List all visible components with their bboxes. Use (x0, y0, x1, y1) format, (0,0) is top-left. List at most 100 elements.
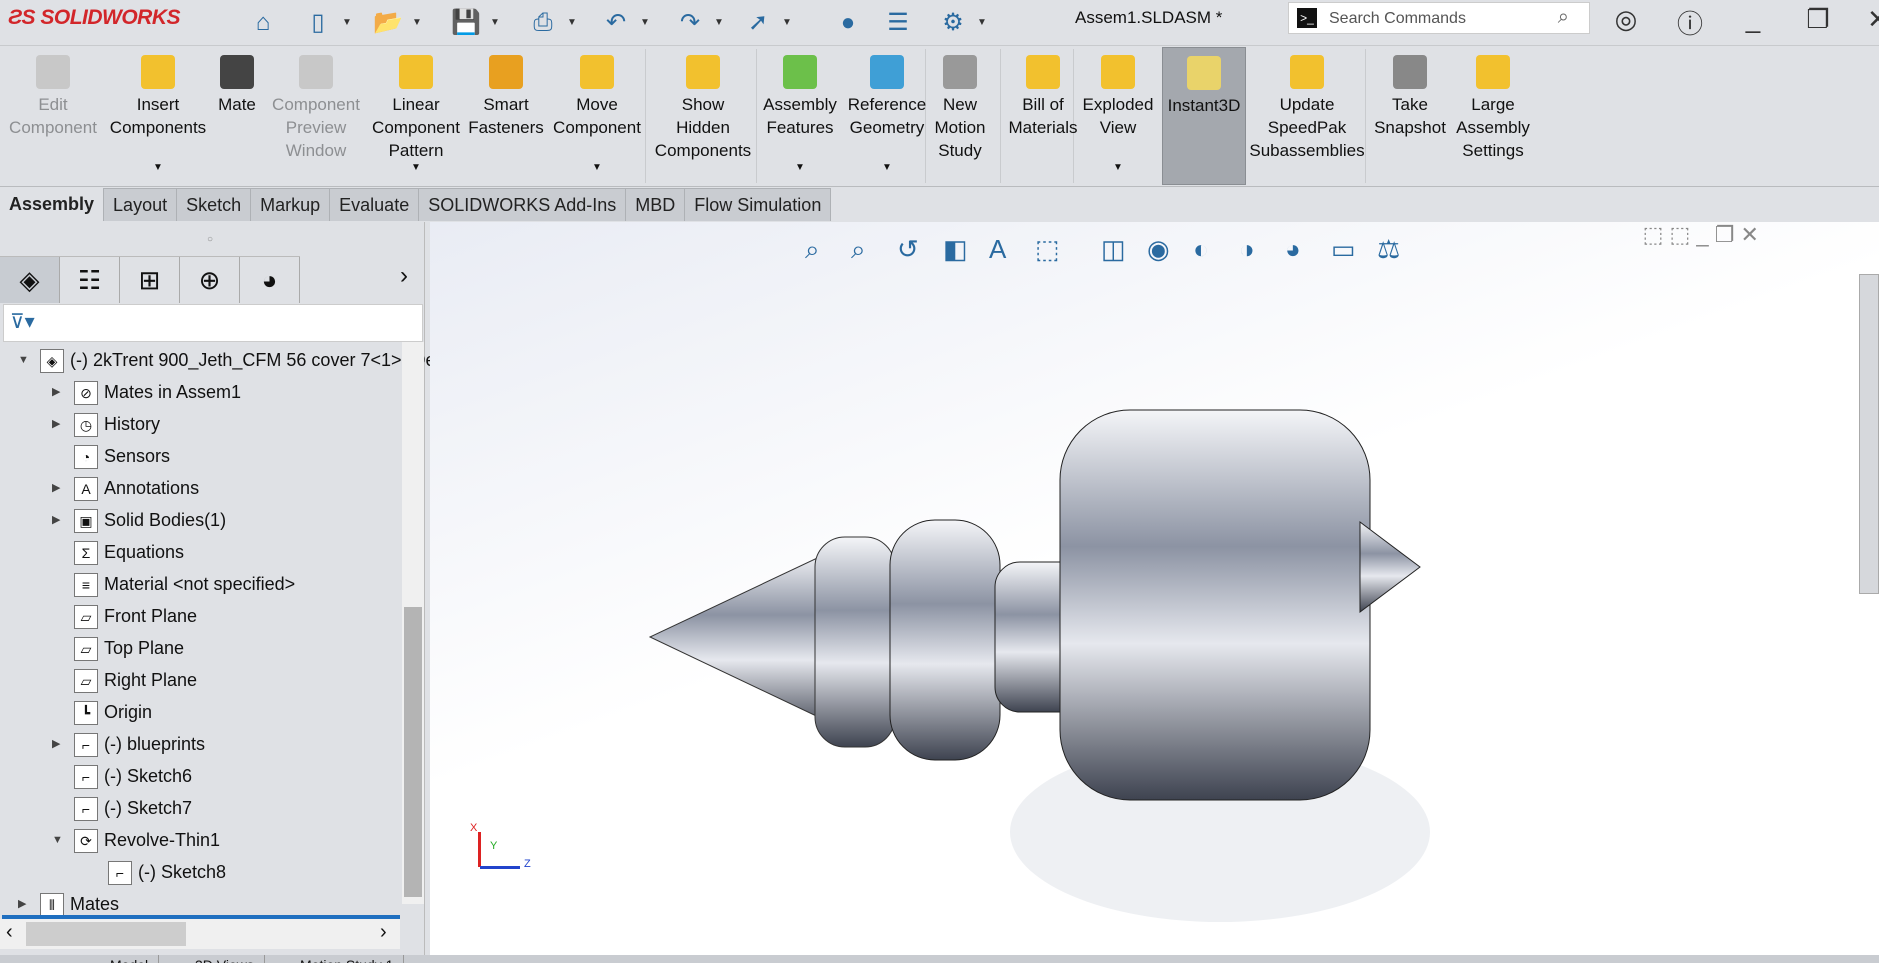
tree-item[interactable]: ▶ ⌐ (-) blueprints (52, 729, 205, 759)
new-document-icon[interactable]: ▯ (300, 4, 336, 42)
ribbon-button-smart-fasteners[interactable]: Smart Fasteners (466, 47, 546, 185)
dropdown-caret-icon[interactable]: ▼ (882, 156, 892, 179)
save-dropdown-icon[interactable]: ▼ (488, 4, 502, 42)
display-manager-icon[interactable]: ◕ (240, 257, 300, 303)
search-icon[interactable]: ⌕ (1558, 6, 1569, 29)
dropdown-caret-icon[interactable]: ▼ (592, 156, 602, 179)
search-commands-input[interactable]: >_ Search Commands ⌕ (1288, 2, 1590, 34)
save-icon[interactable]: 💾 (448, 4, 484, 42)
expand-right-icon[interactable]: ▶ (52, 377, 60, 407)
expand-right-icon[interactable]: ▶ (52, 729, 60, 759)
expand-right-icon[interactable]: ▶ (52, 473, 60, 503)
tab-layout[interactable]: Layout (104, 188, 178, 221)
expand-right-icon[interactable]: ▶ (52, 409, 60, 439)
dropdown-caret-icon[interactable]: ▼ (1113, 156, 1123, 179)
ribbon-button-insert-components[interactable]: Insert Components ▼ (108, 47, 208, 185)
dropdown-caret-icon[interactable]: ▼ (411, 156, 421, 179)
panel-grip[interactable]: ○ (207, 234, 213, 245)
bottom-tab-3d-views[interactable]: 3D Views (185, 955, 265, 963)
undo-dropdown-icon[interactable]: ▼ (638, 4, 652, 42)
close-button[interactable]: ✕ (1860, 4, 1879, 35)
dropdown-caret-icon[interactable]: ▼ (795, 156, 805, 179)
user-account-icon[interactable]: ◎ (1608, 4, 1644, 35)
expand-right-icon[interactable]: ▶ (52, 505, 60, 535)
select-icon[interactable]: ➚ (740, 4, 776, 42)
tree-item[interactable]: ▶ ◷ History (52, 409, 160, 439)
expand-down-icon[interactable]: ▼ (18, 345, 29, 375)
ribbon-separator (1000, 49, 1001, 183)
open-dropdown-icon[interactable]: ▼ (410, 4, 424, 42)
expand-down-icon[interactable]: ▼ (52, 825, 63, 855)
bottom-tabs: Model 3D Views Motion Study 1 (0, 955, 1879, 963)
tree-item[interactable]: ▱ Right Plane (74, 665, 197, 695)
minimize-button[interactable]: _ (1735, 4, 1771, 35)
ribbon-button-edit-component: Edit Component (2, 47, 104, 185)
tab-sketch[interactable]: Sketch (177, 188, 252, 221)
vertical-scrollbar[interactable] (402, 342, 424, 904)
ribbon-button-assembly-features[interactable]: Assembly Features ▼ (760, 47, 840, 185)
ribbon-button-move-component[interactable]: Move Component ▼ (547, 47, 647, 185)
ribbon-button-take-snapshot[interactable]: Take Snapshot (1370, 47, 1450, 185)
tree-item[interactable]: ▶ ▣ Solid Bodies(1) (52, 505, 226, 535)
ribbon-button-large-assembly-settings[interactable]: Large Assembly Settings (1452, 47, 1534, 185)
tab-flow-simulation[interactable]: Flow Simulation (685, 188, 832, 221)
home-icon[interactable]: ⌂ (245, 4, 281, 42)
select-dropdown-icon[interactable]: ▼ (780, 4, 794, 42)
chevron-right-icon[interactable]: › (400, 262, 408, 290)
horizontal-scrollbar[interactable]: ‹ › (0, 919, 400, 949)
tree-item[interactable]: ▶ A Annotations (52, 473, 199, 503)
ribbon-label: Subassemblies (1249, 141, 1365, 160)
ribbon-button-exploded-view[interactable]: Exploded View ▼ (1078, 47, 1158, 185)
print-dropdown-icon[interactable]: ▼ (565, 4, 579, 42)
ribbon-button-mate[interactable]: Mate (212, 47, 262, 185)
configuration-manager-icon[interactable]: ⊞ (120, 257, 180, 303)
tree-item[interactable]: ▼ ⟳ Revolve-Thin1 (52, 825, 220, 855)
help-icon[interactable]: ⓘ (1672, 4, 1708, 41)
tab-evaluate[interactable]: Evaluate (330, 188, 420, 221)
tab-mbd[interactable]: MBD (626, 188, 686, 221)
print-icon[interactable]: ⎙ (525, 4, 561, 42)
tree-item[interactable]: ⌐ (-) Sketch7 (74, 793, 192, 823)
instant3d-icon (1187, 56, 1221, 90)
options-icon[interactable]: ⚙ (935, 4, 971, 42)
tree-item[interactable]: ≡ Material <not specified> (74, 569, 295, 599)
tree-item[interactable]: ▱ Top Plane (74, 633, 184, 663)
jet-engine-model[interactable] (430, 222, 1879, 955)
tab-solidworks-add-ins[interactable]: SOLIDWORKS Add-Ins (419, 188, 627, 221)
rebuild-icon[interactable]: ● (830, 4, 866, 42)
bottom-tab-motion-study-1[interactable]: Motion Study 1 (290, 955, 405, 963)
tree-item[interactable]: ⌐ (-) Sketch6 (74, 761, 192, 791)
redo-dropdown-icon[interactable]: ▼ (712, 4, 726, 42)
feature-manager-icon[interactable]: ◈ (0, 257, 60, 303)
filter-input[interactable]: ⊽▾ (3, 304, 423, 342)
tree-item[interactable]: ⌐ (-) Sketch8 (108, 857, 226, 887)
ribbon-button-show-hidden-components[interactable]: Show Hidden Components (650, 47, 756, 185)
bottom-tab-model[interactable]: Model (100, 955, 160, 963)
ribbon-button-bill-of-materials[interactable]: Bill of Materials (1008, 47, 1078, 185)
tree-item[interactable]: ┗ Origin (74, 697, 152, 727)
solidworks-logo[interactable]: ƧS SOLIDWORKS (8, 6, 181, 30)
tab-assembly[interactable]: Assembly (0, 188, 105, 221)
tree-item[interactable]: ◔ Sensors (74, 441, 170, 471)
dropdown-caret-icon[interactable]: ▼ (153, 156, 163, 179)
options-dropdown-icon[interactable]: ▼ (975, 4, 989, 42)
dimxpert-icon[interactable]: ⊕ (180, 257, 240, 303)
tree-item[interactable]: ▱ Front Plane (74, 601, 197, 631)
undo-icon[interactable]: ↶ (598, 4, 634, 42)
tab-markup[interactable]: Markup (251, 188, 331, 221)
ribbon-button-update-speedpak-subassemblies[interactable]: Update SpeedPak Subassemblies (1248, 47, 1366, 185)
ribbon-label: Component (272, 95, 360, 114)
graphics-area[interactable]: ⌕ ⌕ ↺ ◧ A ⬚ ◫ ◉ ◐ ◑ ◕ ▭ ⚖ ⬚ ⬚ _ ❐ ✕ X Y Z (430, 222, 1879, 955)
ribbon-button-reference-geometry[interactable]: Reference Geometry ▼ (842, 47, 932, 185)
tree-item[interactable]: Σ Equations (74, 537, 184, 567)
tree-item[interactable]: ▶ ⊘ Mates in Assem1 (52, 377, 241, 407)
ribbon-button-instant3d[interactable]: Instant3D (1162, 47, 1246, 185)
ribbon-button-new-motion-study[interactable]: New Motion Study (928, 47, 992, 185)
redo-icon[interactable]: ↷ (672, 4, 708, 42)
property-manager-icon[interactable]: ☷ (60, 257, 120, 303)
open-icon[interactable]: 📂 (370, 4, 406, 42)
ribbon-button-linear-component-pattern[interactable]: Linear Component Pattern ▼ (366, 47, 466, 185)
restore-button[interactable]: ❐ (1800, 4, 1836, 35)
file-properties-icon[interactable]: ☰ (880, 4, 916, 42)
new-document-dropdown-icon[interactable]: ▼ (340, 4, 354, 42)
